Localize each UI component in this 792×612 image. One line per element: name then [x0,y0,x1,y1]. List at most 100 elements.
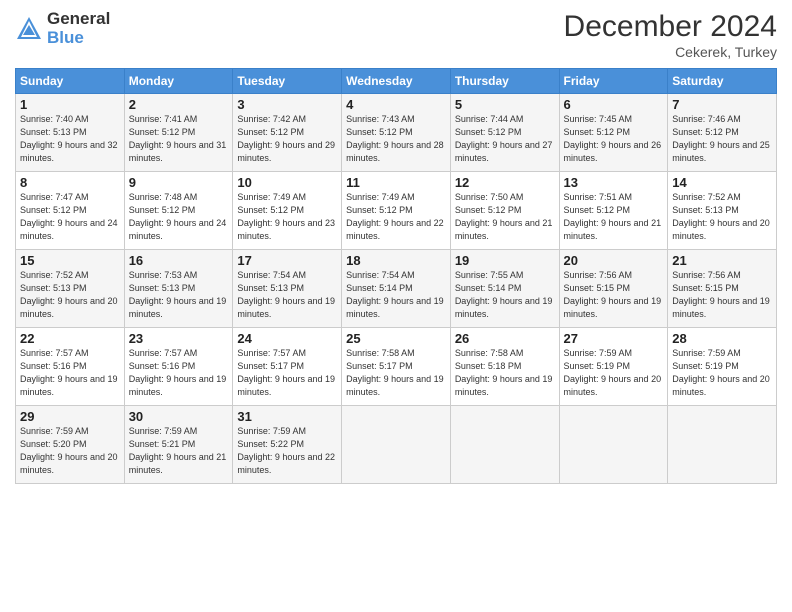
day-number: 1 [20,97,120,112]
day-cell: 29Sunrise: 7:59 AMSunset: 5:20 PMDayligh… [16,406,125,484]
day-number: 27 [564,331,664,346]
day-info: Sunrise: 7:57 AMSunset: 5:16 PMDaylight:… [20,347,120,399]
page-container: General Blue December 2024 Cekerek, Turk… [0,0,792,494]
day-cell: 12Sunrise: 7:50 AMSunset: 5:12 PMDayligh… [450,172,559,250]
day-cell: 2Sunrise: 7:41 AMSunset: 5:12 PMDaylight… [124,94,233,172]
day-info: Sunrise: 7:55 AMSunset: 5:14 PMDaylight:… [455,269,555,321]
day-number: 20 [564,253,664,268]
day-number: 13 [564,175,664,190]
week-row-5: 29Sunrise: 7:59 AMSunset: 5:20 PMDayligh… [16,406,777,484]
header: General Blue December 2024 Cekerek, Turk… [15,10,777,60]
day-info: Sunrise: 7:54 AMSunset: 5:13 PMDaylight:… [237,269,337,321]
day-info: Sunrise: 7:46 AMSunset: 5:12 PMDaylight:… [672,113,772,165]
day-number: 29 [20,409,120,424]
week-row-1: 1Sunrise: 7:40 AMSunset: 5:13 PMDaylight… [16,94,777,172]
day-number: 31 [237,409,337,424]
day-info: Sunrise: 7:51 AMSunset: 5:12 PMDaylight:… [564,191,664,243]
day-cell: 26Sunrise: 7:58 AMSunset: 5:18 PMDayligh… [450,328,559,406]
col-header-tuesday: Tuesday [233,69,342,94]
day-number: 24 [237,331,337,346]
day-cell: 5Sunrise: 7:44 AMSunset: 5:12 PMDaylight… [450,94,559,172]
week-row-3: 15Sunrise: 7:52 AMSunset: 5:13 PMDayligh… [16,250,777,328]
day-cell: 18Sunrise: 7:54 AMSunset: 5:14 PMDayligh… [342,250,451,328]
header-row: SundayMondayTuesdayWednesdayThursdayFrid… [16,69,777,94]
title-block: December 2024 Cekerek, Turkey [564,10,777,60]
day-cell: 20Sunrise: 7:56 AMSunset: 5:15 PMDayligh… [559,250,668,328]
day-number: 28 [672,331,772,346]
day-number: 8 [20,175,120,190]
week-row-4: 22Sunrise: 7:57 AMSunset: 5:16 PMDayligh… [16,328,777,406]
day-number: 2 [129,97,229,112]
day-cell: 10Sunrise: 7:49 AMSunset: 5:12 PMDayligh… [233,172,342,250]
day-number: 23 [129,331,229,346]
day-cell [342,406,451,484]
col-header-thursday: Thursday [450,69,559,94]
day-info: Sunrise: 7:58 AMSunset: 5:17 PMDaylight:… [346,347,446,399]
day-info: Sunrise: 7:45 AMSunset: 5:12 PMDaylight:… [564,113,664,165]
day-info: Sunrise: 7:57 AMSunset: 5:17 PMDaylight:… [237,347,337,399]
day-info: Sunrise: 7:56 AMSunset: 5:15 PMDaylight:… [672,269,772,321]
calendar-table: SundayMondayTuesdayWednesdayThursdayFrid… [15,68,777,484]
day-info: Sunrise: 7:59 AMSunset: 5:20 PMDaylight:… [20,425,120,477]
day-cell: 31Sunrise: 7:59 AMSunset: 5:22 PMDayligh… [233,406,342,484]
day-cell: 30Sunrise: 7:59 AMSunset: 5:21 PMDayligh… [124,406,233,484]
day-info: Sunrise: 7:50 AMSunset: 5:12 PMDaylight:… [455,191,555,243]
day-number: 25 [346,331,446,346]
col-header-sunday: Sunday [16,69,125,94]
day-number: 11 [346,175,446,190]
day-cell: 3Sunrise: 7:42 AMSunset: 5:12 PMDaylight… [233,94,342,172]
col-header-saturday: Saturday [668,69,777,94]
location: Cekerek, Turkey [564,44,777,60]
day-cell: 28Sunrise: 7:59 AMSunset: 5:19 PMDayligh… [668,328,777,406]
day-number: 22 [20,331,120,346]
day-info: Sunrise: 7:52 AMSunset: 5:13 PMDaylight:… [672,191,772,243]
day-info: Sunrise: 7:59 AMSunset: 5:21 PMDaylight:… [129,425,229,477]
day-number: 15 [20,253,120,268]
day-number: 16 [129,253,229,268]
day-number: 19 [455,253,555,268]
day-cell: 15Sunrise: 7:52 AMSunset: 5:13 PMDayligh… [16,250,125,328]
day-cell [559,406,668,484]
day-number: 18 [346,253,446,268]
day-cell: 16Sunrise: 7:53 AMSunset: 5:13 PMDayligh… [124,250,233,328]
col-header-monday: Monday [124,69,233,94]
day-number: 9 [129,175,229,190]
day-info: Sunrise: 7:49 AMSunset: 5:12 PMDaylight:… [237,191,337,243]
day-info: Sunrise: 7:42 AMSunset: 5:12 PMDaylight:… [237,113,337,165]
day-number: 5 [455,97,555,112]
day-cell: 4Sunrise: 7:43 AMSunset: 5:12 PMDaylight… [342,94,451,172]
day-number: 26 [455,331,555,346]
day-info: Sunrise: 7:41 AMSunset: 5:12 PMDaylight:… [129,113,229,165]
day-cell: 21Sunrise: 7:56 AMSunset: 5:15 PMDayligh… [668,250,777,328]
day-number: 14 [672,175,772,190]
day-cell: 6Sunrise: 7:45 AMSunset: 5:12 PMDaylight… [559,94,668,172]
day-cell [450,406,559,484]
day-cell: 19Sunrise: 7:55 AMSunset: 5:14 PMDayligh… [450,250,559,328]
day-number: 4 [346,97,446,112]
day-cell: 22Sunrise: 7:57 AMSunset: 5:16 PMDayligh… [16,328,125,406]
day-number: 12 [455,175,555,190]
day-info: Sunrise: 7:59 AMSunset: 5:19 PMDaylight:… [672,347,772,399]
day-info: Sunrise: 7:58 AMSunset: 5:18 PMDaylight:… [455,347,555,399]
day-cell: 25Sunrise: 7:58 AMSunset: 5:17 PMDayligh… [342,328,451,406]
logo-icon [15,15,43,43]
day-info: Sunrise: 7:40 AMSunset: 5:13 PMDaylight:… [20,113,120,165]
month-title: December 2024 [564,10,777,44]
day-info: Sunrise: 7:59 AMSunset: 5:19 PMDaylight:… [564,347,664,399]
col-header-wednesday: Wednesday [342,69,451,94]
day-info: Sunrise: 7:48 AMSunset: 5:12 PMDaylight:… [129,191,229,243]
day-cell: 17Sunrise: 7:54 AMSunset: 5:13 PMDayligh… [233,250,342,328]
day-cell: 24Sunrise: 7:57 AMSunset: 5:17 PMDayligh… [233,328,342,406]
day-cell: 9Sunrise: 7:48 AMSunset: 5:12 PMDaylight… [124,172,233,250]
day-info: Sunrise: 7:44 AMSunset: 5:12 PMDaylight:… [455,113,555,165]
day-cell: 8Sunrise: 7:47 AMSunset: 5:12 PMDaylight… [16,172,125,250]
day-cell [668,406,777,484]
day-number: 30 [129,409,229,424]
day-number: 10 [237,175,337,190]
day-info: Sunrise: 7:49 AMSunset: 5:12 PMDaylight:… [346,191,446,243]
day-info: Sunrise: 7:53 AMSunset: 5:13 PMDaylight:… [129,269,229,321]
day-number: 6 [564,97,664,112]
week-row-2: 8Sunrise: 7:47 AMSunset: 5:12 PMDaylight… [16,172,777,250]
logo: General Blue [15,10,110,47]
day-info: Sunrise: 7:43 AMSunset: 5:12 PMDaylight:… [346,113,446,165]
